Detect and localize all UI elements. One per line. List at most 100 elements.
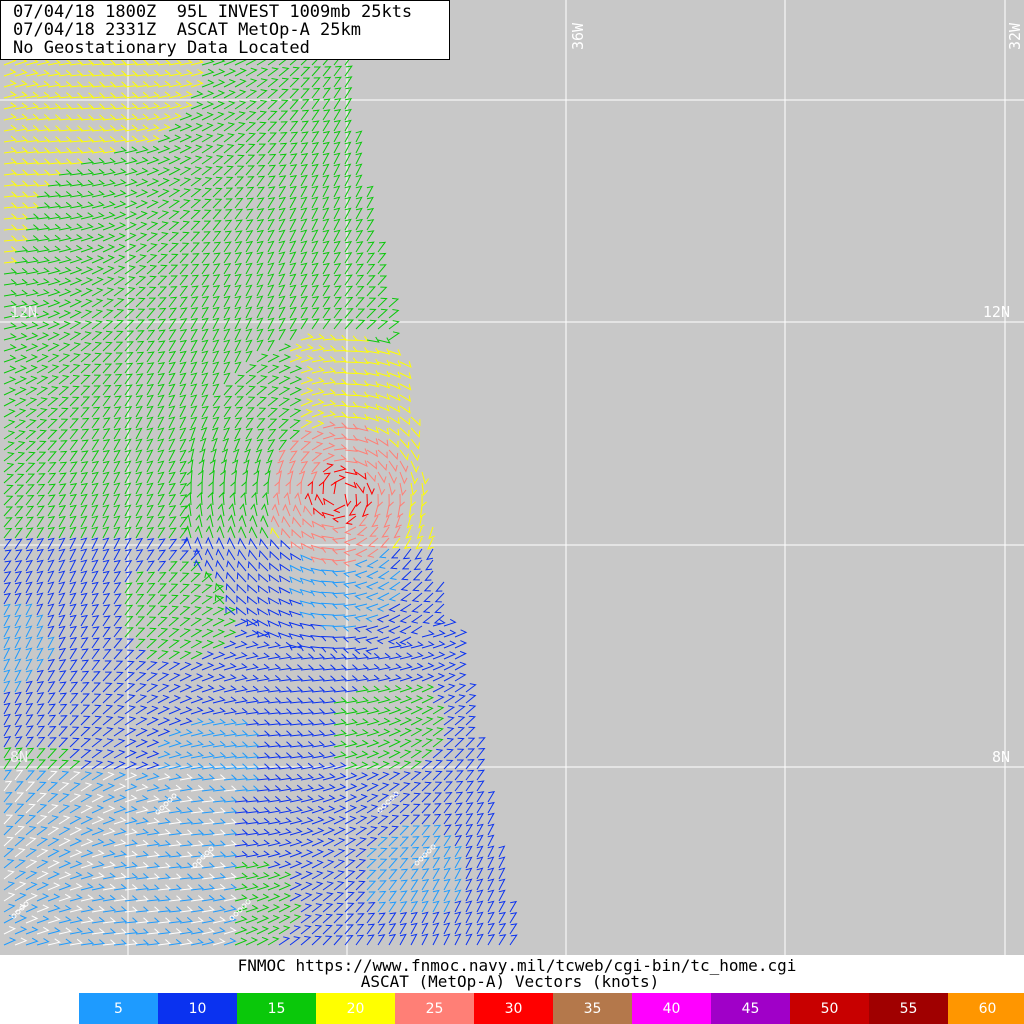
wind-barb bbox=[69, 681, 79, 693]
wind-barb bbox=[403, 537, 412, 549]
wind-barb bbox=[47, 223, 61, 231]
wind-barb bbox=[300, 806, 314, 814]
wind-barb bbox=[188, 448, 195, 462]
wind-barb bbox=[190, 416, 198, 429]
wind-barb bbox=[344, 319, 355, 330]
wind-barb bbox=[388, 847, 399, 858]
wind-barb bbox=[80, 626, 89, 638]
wind-barb bbox=[355, 783, 369, 792]
wind-barb bbox=[168, 438, 176, 451]
wind-barb bbox=[58, 916, 72, 924]
wind-barb bbox=[146, 705, 159, 715]
wind-barb bbox=[245, 417, 255, 429]
wind-barb bbox=[289, 386, 302, 396]
wind-barb bbox=[267, 860, 281, 869]
wind-barb bbox=[413, 559, 423, 570]
wind-barb bbox=[91, 460, 100, 473]
wind-barb bbox=[289, 376, 303, 385]
wind-barb bbox=[289, 936, 301, 946]
wind-barb bbox=[58, 882, 72, 891]
wind-barb bbox=[14, 113, 28, 121]
wind-barb bbox=[25, 235, 40, 242]
wind-barb bbox=[377, 241, 387, 253]
wind-barb bbox=[135, 839, 149, 847]
wind-barb bbox=[311, 87, 321, 99]
wind-barb bbox=[36, 429, 47, 440]
wind-barb bbox=[300, 860, 314, 869]
wind-barb bbox=[278, 218, 286, 231]
wind-barb bbox=[289, 153, 298, 165]
wind-barb bbox=[168, 264, 179, 275]
wind-barb bbox=[135, 739, 149, 748]
wind-barb bbox=[267, 284, 275, 297]
wind-barb bbox=[212, 862, 227, 869]
wind-barb bbox=[201, 317, 209, 330]
wind-barb bbox=[36, 826, 48, 836]
wind-barb bbox=[190, 639, 203, 649]
wind-barb bbox=[80, 504, 88, 517]
wind-barb bbox=[47, 277, 61, 286]
wind-barb bbox=[135, 727, 148, 737]
wind-barb bbox=[299, 633, 313, 641]
wind-barb bbox=[47, 114, 62, 121]
wind-barb bbox=[3, 202, 18, 209]
wind-barb bbox=[245, 374, 257, 385]
wind-barb bbox=[377, 782, 390, 792]
wind-barb bbox=[388, 663, 402, 671]
wind-barb bbox=[300, 816, 314, 825]
wind-barb bbox=[487, 791, 496, 803]
wind-barb bbox=[333, 729, 347, 737]
wind-barb bbox=[201, 220, 212, 231]
wind-barb bbox=[290, 552, 302, 561]
wind-barb bbox=[498, 923, 507, 935]
wind-barb bbox=[157, 605, 168, 616]
wind-barb bbox=[330, 481, 337, 495]
wind-barb bbox=[354, 570, 368, 579]
wind-barb bbox=[412, 581, 423, 592]
wind-barb bbox=[47, 245, 61, 253]
wind-barb bbox=[223, 763, 238, 770]
wind-barb bbox=[289, 295, 297, 308]
wind-barb bbox=[268, 574, 280, 583]
wind-barb bbox=[168, 862, 183, 869]
wind-barb bbox=[157, 516, 166, 528]
wind-barb bbox=[256, 175, 266, 187]
wind-barb bbox=[124, 189, 138, 198]
wind-barb bbox=[226, 537, 236, 550]
wind-barb bbox=[421, 471, 429, 485]
wind-barb bbox=[102, 671, 113, 682]
wind-barb bbox=[355, 347, 369, 353]
wind-barb bbox=[400, 592, 412, 602]
wind-barb bbox=[355, 263, 364, 275]
wind-barb bbox=[248, 526, 258, 539]
wind-barb bbox=[14, 451, 26, 462]
wind-barb bbox=[311, 827, 325, 836]
wind-barb bbox=[432, 683, 445, 693]
wind-barb bbox=[69, 548, 77, 561]
wind-barb bbox=[36, 343, 50, 352]
wind-barb bbox=[443, 856, 451, 869]
wind-barb bbox=[25, 559, 33, 572]
wind-barb bbox=[399, 663, 413, 671]
wind-barb bbox=[256, 208, 265, 220]
wind-barb bbox=[416, 526, 424, 540]
wind-barb bbox=[311, 77, 321, 88]
wind-barb bbox=[278, 860, 292, 869]
wind-barb bbox=[146, 694, 159, 704]
wind-barb bbox=[366, 230, 375, 242]
wind-barb bbox=[399, 922, 407, 935]
wind-barb bbox=[256, 915, 270, 924]
wind-barb bbox=[311, 229, 319, 242]
wind-barb bbox=[344, 87, 353, 99]
wind-barb bbox=[332, 515, 346, 523]
wind-barb bbox=[25, 169, 40, 176]
wind-barb bbox=[256, 154, 266, 165]
wind-barb bbox=[124, 660, 135, 671]
wind-barb bbox=[168, 494, 177, 506]
wind-barb bbox=[3, 224, 18, 231]
wind-barb bbox=[25, 321, 39, 330]
wind-barb bbox=[366, 370, 380, 377]
wind-barb bbox=[289, 229, 297, 242]
wind-barb bbox=[212, 395, 221, 407]
wind-barb bbox=[465, 704, 477, 715]
